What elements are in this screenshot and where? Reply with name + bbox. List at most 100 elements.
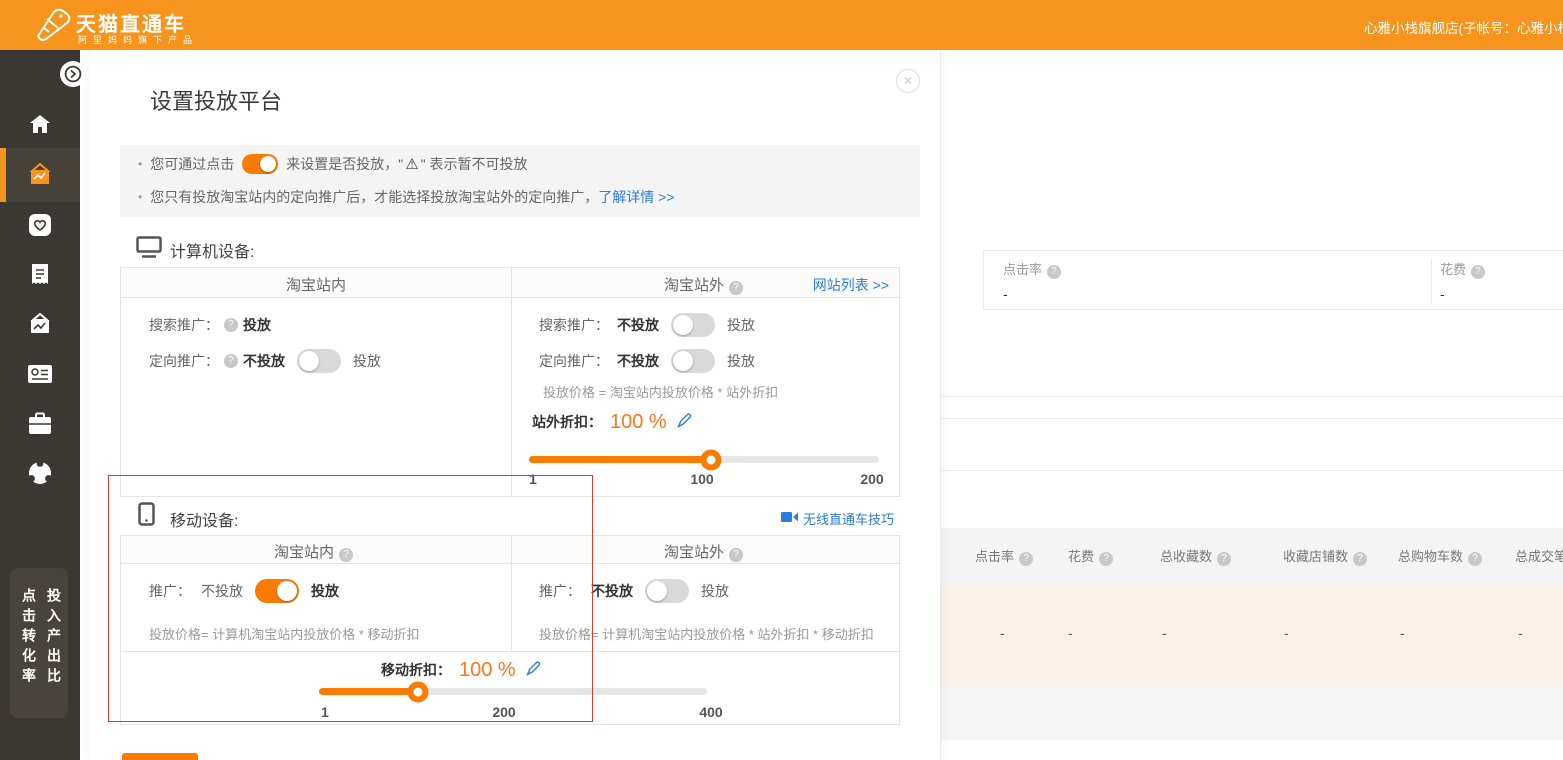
sidebar-item-account-card[interactable]: [0, 349, 80, 399]
toggle-knob: [299, 351, 319, 371]
set-platform-dialog: 设置投放平台 ✕ • 您可通过点击 来设置是否投放，" ⚠ " 表示暂不可投放 …: [90, 50, 941, 760]
stat-card-cost: 花费 -: [1431, 259, 1561, 303]
column-header: 花费: [1068, 549, 1094, 564]
mobile-discount-slider[interactable]: [319, 688, 707, 695]
state-off: 不投放: [617, 315, 659, 335]
sidebar-item-campaign-active[interactable]: [0, 148, 80, 202]
tip-text: 您只有投放淘宝站内的定向推广后，才能选择投放淘宝站外的定向推广，: [150, 187, 598, 207]
mobile-offsite-promo-toggle[interactable]: [645, 579, 689, 603]
help-icon[interactable]: [1217, 552, 1231, 566]
account-name[interactable]: 心雅小栈旗舰店(子帐号：心雅小栈: [1364, 17, 1563, 37]
mobile-section-title: 移动设备:: [170, 507, 238, 531]
cell-value: -: [1068, 625, 1073, 641]
sidebar-item-tools[interactable]: [0, 399, 80, 449]
row-label: 定向推广：: [149, 351, 219, 371]
offsite-discount-slider[interactable]: [529, 456, 879, 463]
tip-text: 您可通过点击: [150, 154, 234, 174]
help-icon[interactable]: [1019, 552, 1033, 566]
row-label: 搜索推广：: [539, 315, 609, 335]
bullet-icon: •: [138, 190, 142, 204]
toggle-knob: [673, 351, 693, 371]
pc-offsite-target-toggle[interactable]: [671, 349, 715, 373]
computer-section-title: 计算机设备:: [170, 238, 254, 262]
option-on: 投放: [727, 351, 755, 371]
help-icon[interactable]: [224, 318, 238, 332]
discount-label: 移动折扣：: [381, 660, 451, 680]
sphere-icon: [27, 460, 53, 486]
sidebar-item-community[interactable]: [0, 448, 80, 498]
stat-value: -: [1003, 286, 1066, 302]
mobile-discount-row: 移动折扣： 100 %: [381, 656, 541, 684]
discount-value: 100 %: [610, 411, 667, 434]
help-icon[interactable]: [224, 354, 238, 368]
onsite-header: 淘宝站内: [121, 274, 511, 295]
mobile-platform-table: 淘宝站内 淘宝站外 推广： 不投放 投放 投放价格= 计算机淘宝站内投放价格 *…: [120, 535, 900, 725]
state-off: 不投放: [591, 581, 633, 601]
sidebar-item-favorites[interactable]: [0, 200, 80, 250]
offsite-discount-row: 站外折扣： 100 %: [532, 408, 692, 436]
column-header: 总成交笔: [1515, 549, 1563, 564]
sidebar-item-report[interactable]: [0, 250, 80, 300]
wireless-tips-label[interactable]: 无线直通车技巧: [803, 509, 894, 528]
pc-onsite-target-toggle[interactable]: [297, 349, 341, 373]
edit-pencil-icon[interactable]: [677, 413, 692, 431]
cell-value: -: [1400, 625, 1405, 641]
column-header: 收藏店铺数: [1283, 549, 1348, 564]
state-off: 不投放: [243, 351, 285, 371]
mobile-onsite-formula: 投放价格= 计算机淘宝站内投放价格 * 移动折扣: [149, 624, 420, 643]
toggle-knob: [673, 315, 693, 335]
cell-value: -: [1518, 625, 1523, 641]
pc-onsite-target-row: 定向推广： 不投放 投放: [149, 348, 381, 374]
stat-label: 花费: [1440, 262, 1466, 277]
help-icon[interactable]: [339, 548, 353, 562]
confirm-button[interactable]: [122, 753, 198, 760]
help-icon[interactable]: [1353, 552, 1367, 566]
tip-text: " 表示暂不可投放: [421, 154, 528, 174]
slider-knob[interactable]: [701, 449, 722, 470]
warning-icon: ⚠: [405, 155, 418, 173]
row-label: 推广：: [149, 581, 191, 601]
slider-knob[interactable]: [407, 681, 428, 702]
slider-fill: [529, 456, 711, 463]
metric-quick-panel[interactable]: 点击转化率 投入产出比: [10, 568, 68, 718]
help-icon[interactable]: [1047, 265, 1061, 279]
option-on: 投放: [727, 315, 755, 335]
cell-value: -: [1000, 625, 1005, 641]
pc-offsite-search-row: 搜索推广： 不投放 投放: [539, 312, 755, 338]
edit-pencil-icon[interactable]: [526, 661, 541, 679]
tip-line-2: • 您只有投放淘宝站内的定向推广后，才能选择投放淘宝站外的定向推广， 了解详情 …: [138, 187, 674, 207]
mobile-onsite-promo-toggle[interactable]: [255, 579, 299, 603]
help-icon[interactable]: [729, 281, 743, 295]
offsite-price-formula: 投放价格 = 淘宝站内投放价格 * 站外折扣: [543, 382, 778, 401]
sidebar-item-home[interactable]: [0, 99, 80, 149]
learn-more-link[interactable]: 了解详情 >>: [598, 187, 674, 207]
sidebar-item-creative[interactable]: [0, 300, 80, 350]
slider-tick: 100: [672, 471, 732, 487]
example-toggle-icon: [242, 154, 278, 174]
heart-icon: [28, 213, 52, 237]
stat-card-ctr: 点击率 -: [1003, 259, 1066, 302]
receipt-icon: [30, 263, 50, 287]
help-icon[interactable]: [1099, 552, 1113, 566]
help-icon[interactable]: [1468, 552, 1482, 566]
help-icon[interactable]: [1471, 265, 1485, 279]
toggle-knob: [260, 156, 276, 172]
column-header: 总购物车数: [1398, 549, 1463, 564]
sidebar-expand-button[interactable]: [60, 61, 86, 87]
briefcase-icon: [27, 412, 53, 436]
website-list-link[interactable]: 网站列表 >>: [813, 275, 889, 295]
pc-offsite-search-toggle[interactable]: [671, 313, 715, 337]
row-label: 搜索推广：: [149, 315, 219, 335]
divider: [941, 396, 1563, 397]
metric-roi: 投入产出比: [44, 588, 64, 688]
left-sidebar: 点击转化率 投入产出比: [0, 50, 80, 760]
option-on: 投放: [701, 581, 729, 601]
close-icon[interactable]: ✕: [896, 69, 920, 93]
state-on: 投放: [311, 581, 339, 601]
help-icon[interactable]: [729, 548, 743, 562]
toggle-knob: [647, 581, 667, 601]
slider-tick: 1: [529, 471, 537, 487]
tips-box: • 您可通过点击 来设置是否投放，" ⚠ " 表示暂不可投放 • 您只有投放淘宝…: [120, 145, 920, 217]
wireless-tips-link[interactable]: 无线直通车技巧: [781, 509, 894, 528]
bullet-icon: •: [138, 157, 142, 171]
